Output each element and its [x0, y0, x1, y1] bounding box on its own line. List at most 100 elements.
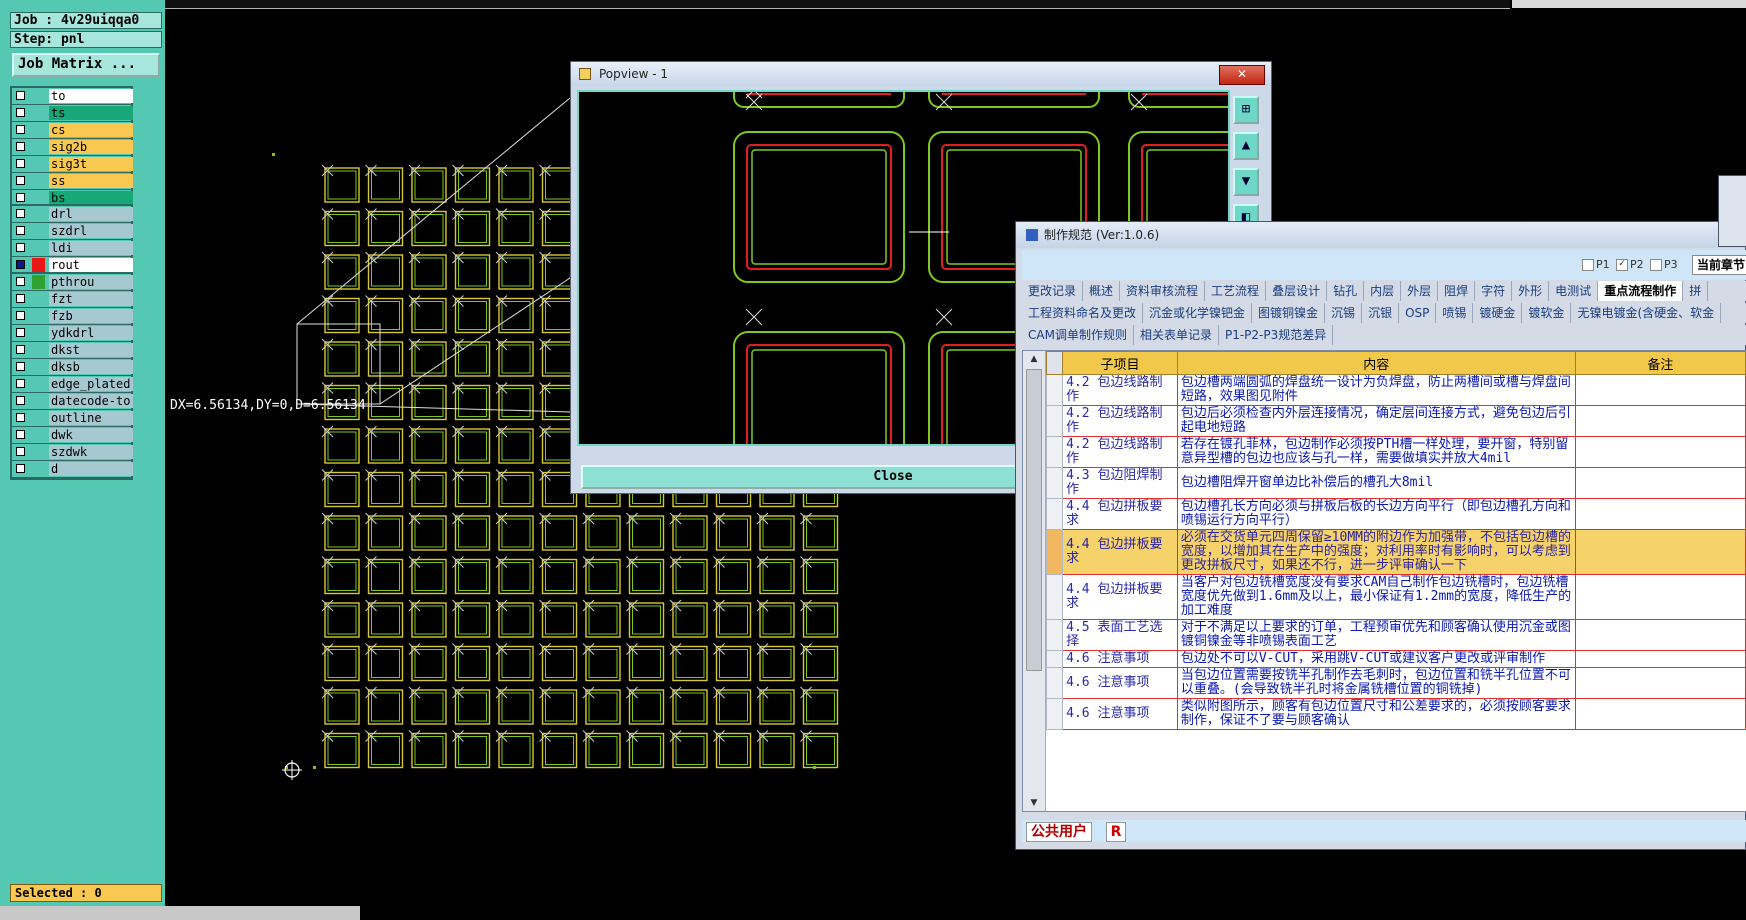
layer-checkbox[interactable] [16, 413, 25, 422]
table-row[interactable]: 4.3 包边阻焊制作 包边槽阻焊开窗单边比补偿后的槽孔大8mil [1045, 467, 1746, 499]
layer-row[interactable]: outline [12, 410, 133, 427]
spec-tab[interactable]: CAM调单制作规则 [1022, 325, 1134, 345]
scroll-thumb[interactable] [1026, 369, 1042, 671]
phase-checkbox[interactable]: P3 [1650, 257, 1678, 273]
layer-row[interactable]: dksb [12, 359, 133, 376]
row-header[interactable] [1045, 619, 1064, 651]
layer-checkbox[interactable] [16, 176, 25, 185]
layer-row[interactable]: dkst [12, 342, 133, 359]
row-header[interactable] [1045, 467, 1064, 499]
layer-row[interactable]: ts [12, 105, 133, 122]
spec-tab[interactable]: 外层 [1401, 281, 1439, 301]
row-header[interactable] [1045, 574, 1064, 620]
layer-checkbox[interactable] [16, 396, 25, 405]
layer-row[interactable]: ldi [12, 240, 133, 257]
column-header[interactable]: 子项目 [1062, 351, 1178, 375]
layer-checkbox[interactable] [16, 345, 25, 354]
layer-row[interactable]: sig3t [12, 156, 133, 173]
table-row[interactable]: 4.6 注意事项 包边处不可以V-CUT，采用跳V-CUT或建议客户更改或评审制作 [1045, 650, 1746, 668]
zoom-out-icon[interactable]: ▼ [1233, 168, 1259, 196]
checkbox-icon[interactable] [1650, 259, 1662, 271]
layer-row[interactable]: fzb [12, 308, 133, 325]
row-header[interactable] [1045, 436, 1064, 468]
layer-checkbox[interactable] [16, 142, 25, 151]
layer-checkbox[interactable] [16, 294, 25, 303]
layer-checkbox[interactable] [16, 464, 25, 473]
table-row[interactable]: 4.5 表面工艺选择 对于不满足以上要求的订单，工程预审优先和顾客确认使用沉金或图… [1045, 619, 1746, 651]
layer-checkbox[interactable] [16, 447, 25, 456]
layer-row[interactable]: pthrou [12, 274, 133, 291]
table-row[interactable]: 4.6 注意事项 类似附图所示，顾客有包边位置尺寸和公差要求的，必须按顾客要求制作… [1045, 698, 1746, 730]
spec-tab[interactable]: 叠层设计 [1266, 281, 1328, 301]
table-row[interactable]: 4.4 包边拼板要求 必须在交货单元四周保留≥10MM的附边作为加强带，不包括包边… [1045, 529, 1746, 575]
spec-tab[interactable]: 镀软金 [1522, 303, 1572, 323]
spec-tab[interactable]: 工程资料命名及更改 [1022, 303, 1144, 323]
spec-tab[interactable]: 阻焊 [1438, 281, 1476, 301]
layer-checkbox[interactable] [16, 260, 25, 269]
offscreen-window-edge[interactable] [1718, 175, 1746, 247]
close-window-icon[interactable]: ✕ [1219, 65, 1265, 85]
layer-checkbox[interactable] [16, 277, 25, 286]
spec-tab[interactable]: 资料审核流程 [1120, 281, 1206, 301]
spec-tab[interactable]: 无镍电镀金(含硬金、软金 [1571, 303, 1722, 323]
table-row[interactable]: 4.2 包边线路制作 包边后必须检查内外层连接情况，确定层间连接方式，避免包边后引… [1045, 405, 1746, 437]
spec-tab[interactable]: 沉银 [1362, 303, 1400, 323]
layer-row[interactable]: dwk [12, 427, 133, 444]
layer-checkbox[interactable] [16, 159, 25, 168]
layer-checkbox[interactable] [16, 430, 25, 439]
table-row[interactable]: 4.2 包边线路制作 若存在镀孔菲林，包边制作必须按PTH槽一样处理，要开窗，特别… [1045, 436, 1746, 468]
spec-tab[interactable]: 图镀铜镍金 [1252, 303, 1326, 323]
spec-tab[interactable]: 电测试 [1549, 281, 1599, 301]
spec-tab[interactable]: 重点流程制作 [1598, 281, 1684, 301]
layer-row[interactable]: sig2b [12, 139, 133, 156]
layer-checkbox[interactable] [16, 125, 25, 134]
layer-row[interactable]: drl [12, 206, 133, 223]
spec-tab[interactable]: 沉金或化学镍钯金 [1143, 303, 1253, 323]
spec-tab[interactable]: 钻孔 [1327, 281, 1365, 301]
vertical-scrollbar[interactable]: ▲ ▼ [1023, 351, 1046, 811]
phase-checkbox[interactable]: ✓ P2 [1616, 257, 1644, 273]
table-row[interactable]: 4.2 包边线路制作 包边槽两端圆弧的焊盘统一设计为负焊盘，防止两槽间或槽与焊盘间… [1045, 374, 1746, 406]
current-section-button[interactable]: 当前章节 [1692, 255, 1746, 275]
row-header[interactable] [1045, 374, 1064, 406]
checkbox-icon[interactable]: ✓ [1616, 259, 1628, 271]
layer-row[interactable]: edge_plated [12, 376, 133, 393]
popview-titlebar[interactable]: Popview - 1 [571, 62, 1271, 86]
table-corner[interactable] [1045, 351, 1064, 375]
spec-tab[interactable]: 相关表单记录 [1134, 325, 1219, 345]
spec-tab[interactable]: 更改记录 [1022, 281, 1084, 301]
row-header[interactable] [1045, 667, 1064, 699]
layer-checkbox[interactable] [16, 379, 25, 388]
row-header[interactable] [1045, 698, 1064, 730]
table-row[interactable]: 4.4 包边拼板要求 包边槽孔长方向必须与拼板后板的长边方向平行（即包边槽孔方向和… [1045, 498, 1746, 530]
column-header[interactable]: 内容 [1176, 351, 1576, 375]
layer-checkbox[interactable] [16, 328, 25, 337]
layer-checkbox[interactable] [16, 209, 25, 218]
spec-tab[interactable]: 工艺流程 [1205, 281, 1267, 301]
layer-checkbox[interactable] [16, 91, 25, 100]
scroll-down-icon[interactable]: ▼ [1023, 795, 1045, 811]
zoom-fit-icon[interactable]: ⊞ [1233, 96, 1259, 124]
layer-row[interactable]: ydkdrl [12, 325, 133, 342]
table-row[interactable]: 4.6 注意事项 当包边位置需要按铣半孔制作去毛刺时，包边位置和铣半孔位置不可以重… [1045, 667, 1746, 699]
table-row[interactable]: 4.4 包边拼板要求 当客户对包边铣槽宽度没有要求CAM自己制作包边铣槽时，包边铣… [1045, 574, 1746, 620]
layer-checkbox[interactable] [16, 311, 25, 320]
layer-row[interactable]: szdwk [12, 444, 133, 461]
layer-row[interactable]: fzt [12, 291, 133, 308]
layer-row[interactable]: to [12, 88, 133, 105]
layer-checkbox[interactable] [16, 193, 25, 202]
spec-tab[interactable]: P1-P2-P3规范差异 [1219, 325, 1334, 345]
layer-checkbox[interactable] [16, 243, 25, 252]
spec-tab[interactable]: 沉锡 [1325, 303, 1363, 323]
layer-row[interactable]: szdrl [12, 223, 133, 240]
checkbox-icon[interactable] [1582, 259, 1594, 271]
spec-tab[interactable]: 喷锡 [1436, 303, 1474, 323]
layer-row[interactable]: ss [12, 173, 133, 190]
layer-checkbox[interactable] [16, 362, 25, 371]
row-header[interactable] [1045, 650, 1064, 668]
spec-tab[interactable]: 内层 [1364, 281, 1402, 301]
spec-tab[interactable]: 字符 [1475, 281, 1513, 301]
zoom-in-icon[interactable]: ▲ [1233, 132, 1259, 160]
layer-checkbox[interactable] [16, 108, 25, 117]
layer-checkbox[interactable] [16, 226, 25, 235]
